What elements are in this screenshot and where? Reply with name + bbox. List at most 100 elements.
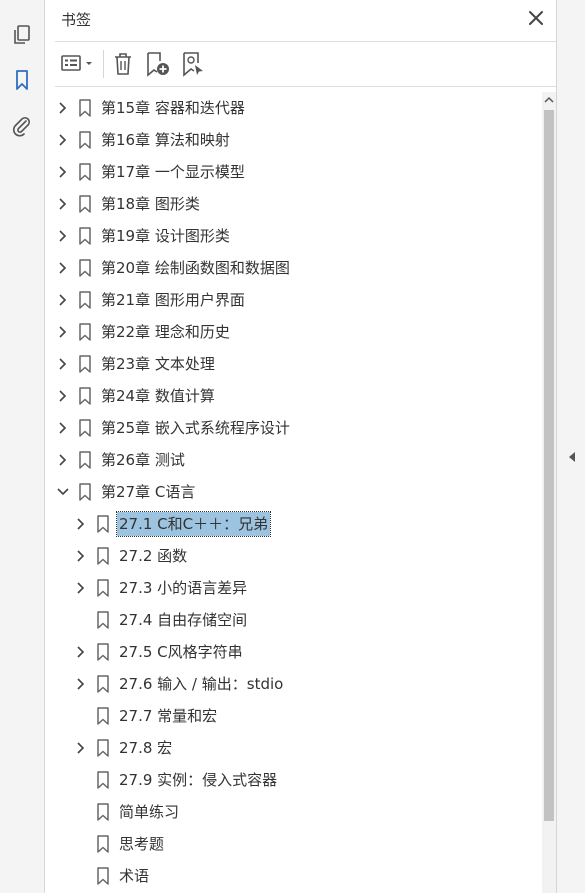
bookmark-item[interactable]: 第22章 理念和历史	[45, 316, 542, 348]
bookmark-label[interactable]: 27.4 自由存储空间	[117, 608, 249, 632]
bookmark-label[interactable]: 27.5 C风格字符串	[117, 640, 245, 664]
bookmark-child-item[interactable]: 27.1 C和C＋＋：兄弟	[45, 508, 542, 540]
bookmark-icon	[79, 163, 91, 181]
bookmark-label[interactable]: 第15章 容器和迭代器	[99, 96, 247, 120]
bookmark-label[interactable]: 第26章 测试	[99, 448, 187, 472]
bookmark-child-item[interactable]: 27.4 自由存储空间	[45, 604, 542, 636]
chevron-right-icon[interactable]	[57, 229, 69, 243]
bookmark-item[interactable]: 第27章 C语言	[45, 476, 542, 508]
chevron-right-icon[interactable]	[57, 261, 69, 275]
bookmark-label[interactable]: 简单练习	[117, 800, 181, 824]
chevron-right-icon[interactable]	[75, 677, 87, 691]
bookmark-label[interactable]: 27.2 函数	[117, 544, 189, 568]
bookmark-icon	[97, 547, 109, 565]
toolbar-divider	[103, 50, 104, 78]
bookmark-label[interactable]: 27.7 常量和宏	[117, 704, 219, 728]
bookmark-label[interactable]: 第24章 数值计算	[99, 384, 217, 408]
bookmark-nav-icon[interactable]	[10, 68, 34, 92]
chevron-right-icon[interactable]	[57, 197, 69, 211]
chevron-right-icon[interactable]	[57, 165, 69, 179]
chevron-right-icon[interactable]	[57, 325, 69, 339]
bookmark-icon	[79, 451, 91, 469]
bookmark-child-item[interactable]: 27.3 小的语言差异	[45, 572, 542, 604]
delete-icon[interactable]	[111, 51, 135, 77]
chevron-right-icon[interactable]	[75, 549, 87, 563]
bookmark-label[interactable]: 第19章 设计图形类	[99, 224, 232, 248]
new-bookmark-icon[interactable]	[145, 51, 171, 77]
chevron-right-icon[interactable]	[75, 517, 87, 531]
bookmark-label[interactable]: 第25章 嵌入式系统程序设计	[99, 416, 292, 440]
bookmark-child-item[interactable]: 27.2 函数	[45, 540, 542, 572]
bookmark-label[interactable]: 第17章 一个显示模型	[99, 160, 247, 184]
bookmarks-panel: 书签 第15章 容器和迭代器 第16章 算法和映射 第17章 一个显示模型 第1…	[45, 0, 556, 893]
bookmark-icon	[79, 131, 91, 149]
bookmark-from-selection-icon[interactable]	[181, 51, 207, 77]
bookmark-icon	[97, 835, 109, 853]
bookmark-child-item[interactable]: 术语	[45, 860, 542, 892]
chevron-right-icon[interactable]	[57, 293, 69, 307]
bookmark-label[interactable]: 第18章 图形类	[99, 192, 202, 216]
bookmark-item[interactable]: 第18章 图形类	[45, 188, 542, 220]
bookmark-label[interactable]: 27.6 输入 / 输出：stdio	[117, 672, 285, 696]
bookmark-label[interactable]: 27.3 小的语言差异	[117, 576, 249, 600]
chevron-right-icon[interactable]	[75, 741, 87, 755]
bookmark-label[interactable]: 27.1 C和C＋＋：兄弟	[115, 511, 272, 537]
bookmark-item[interactable]: 第17章 一个显示模型	[45, 156, 542, 188]
divider	[55, 86, 556, 87]
bookmark-item[interactable]: 第24章 数值计算	[45, 380, 542, 412]
bookmark-item[interactable]: 第26章 测试	[45, 444, 542, 476]
bookmark-label[interactable]: 27.8 宏	[117, 736, 174, 760]
chevron-right-icon[interactable]	[57, 421, 69, 435]
bookmark-label[interactable]: 第16章 算法和映射	[99, 128, 232, 152]
bookmark-icon	[97, 771, 109, 789]
bookmark-child-item[interactable]: 27.7 常量和宏	[45, 700, 542, 732]
bookmark-label[interactable]: 术语	[117, 864, 151, 888]
bookmark-icon	[97, 611, 109, 629]
pages-icon[interactable]	[10, 22, 34, 46]
bookmark-icon	[79, 323, 91, 341]
bookmark-child-item[interactable]: 27.6 输入 / 输出：stdio	[45, 668, 542, 700]
bookmark-item[interactable]: 第20章 绘制函数图和数据图	[45, 252, 542, 284]
bookmark-item[interactable]: 第25章 嵌入式系统程序设计	[45, 412, 542, 444]
bookmark-label[interactable]: 第22章 理念和历史	[99, 320, 232, 344]
bookmark-icon	[97, 515, 109, 533]
chevron-right-icon[interactable]	[57, 357, 69, 371]
bookmark-item[interactable]: 第23章 文本处理	[45, 348, 542, 380]
chevron-right-icon[interactable]	[57, 453, 69, 467]
bookmark-item[interactable]: 第16章 算法和映射	[45, 124, 542, 156]
bookmark-item[interactable]: 第21章 图形用户界面	[45, 284, 542, 316]
panel-title: 书签	[61, 11, 92, 29]
bookmark-label[interactable]: 思考题	[117, 832, 166, 856]
bookmark-icon	[97, 803, 109, 821]
bookmark-child-item[interactable]: 27.9 实例：侵入式容器	[45, 764, 542, 796]
options-menu-icon[interactable]	[59, 51, 99, 77]
bookmark-label[interactable]: 第21章 图形用户界面	[99, 288, 247, 312]
bookmark-label[interactable]: 第20章 绘制函数图和数据图	[99, 256, 292, 280]
bookmark-icon	[97, 867, 109, 885]
bookmark-child-item[interactable]: 27.5 C风格字符串	[45, 636, 542, 668]
bookmark-item[interactable]: 第15章 容器和迭代器	[45, 92, 542, 124]
bookmark-toolbar	[45, 42, 556, 86]
scroll-up-icon[interactable]	[544, 95, 554, 105]
bookmark-label[interactable]: 27.9 实例：侵入式容器	[117, 768, 279, 792]
chevron-down-icon[interactable]	[57, 485, 69, 499]
bookmark-item[interactable]: 第19章 设计图形类	[45, 220, 542, 252]
chevron-right-icon[interactable]	[57, 133, 69, 147]
bookmark-icon	[79, 227, 91, 245]
scrollbar-thumb[interactable]	[544, 110, 554, 821]
bookmark-child-item[interactable]: 27.8 宏	[45, 732, 542, 764]
chevron-right-icon[interactable]	[75, 645, 87, 659]
expand-panel-icon[interactable]	[567, 450, 577, 464]
close-icon[interactable]	[526, 8, 546, 28]
bookmark-label[interactable]: 第23章 文本处理	[99, 352, 217, 376]
bookmark-icon	[79, 259, 91, 277]
chevron-right-icon[interactable]	[75, 581, 87, 595]
bookmark-child-item[interactable]: 思考题	[45, 828, 542, 860]
bookmark-child-item[interactable]: 简单练习	[45, 796, 542, 828]
bookmark-label[interactable]: 第27章 C语言	[99, 480, 197, 504]
vertical-scrollbar[interactable]	[542, 92, 556, 893]
chevron-right-icon[interactable]	[57, 101, 69, 115]
chevron-right-icon[interactable]	[57, 389, 69, 403]
attachment-icon[interactable]	[10, 114, 34, 138]
bookmark-icon	[79, 355, 91, 373]
